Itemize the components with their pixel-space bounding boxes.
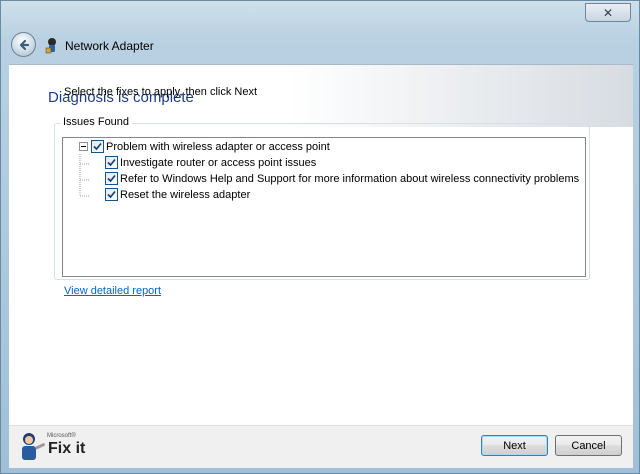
checkmark-icon bbox=[107, 158, 116, 167]
window-frame: ✕ Network Adapter Diagnosis is complete … bbox=[0, 0, 640, 474]
close-icon: ✕ bbox=[602, 5, 614, 20]
tree-item-help-and-support[interactable]: Refer to Windows Help and Support for mo… bbox=[105, 171, 579, 186]
close-button[interactable]: ✕ bbox=[585, 3, 631, 22]
instruction-text: Select the fixes to apply, then click Ne… bbox=[64, 86, 257, 98]
tree-item-label: Problem with wireless adapter or access … bbox=[106, 140, 330, 153]
tree-item-label: Reset the wireless adapter bbox=[120, 188, 251, 201]
checkmark-icon bbox=[93, 142, 102, 151]
cancel-button[interactable]: Cancel bbox=[555, 435, 622, 456]
issues-tree[interactable]: Problem with wireless adapter or access … bbox=[62, 137, 586, 277]
checkbox-investigate-router[interactable] bbox=[105, 156, 118, 169]
fixit-brand-small: Microsoft® bbox=[47, 433, 76, 439]
title-bar: ✕ Network Adapter bbox=[1, 1, 639, 63]
tree-item-reset-adapter[interactable]: Reset the wireless adapter bbox=[105, 187, 250, 202]
network-adapter-icon bbox=[45, 38, 56, 54]
tree-item-label: Investigate router or access point issue… bbox=[120, 156, 317, 169]
tree-item-root[interactable]: Problem with wireless adapter or access … bbox=[79, 139, 330, 154]
next-button[interactable]: Next bbox=[481, 435, 548, 456]
fixit-mascot-icon bbox=[22, 433, 46, 460]
checkbox-reset-adapter[interactable] bbox=[105, 188, 118, 201]
fixit-brand: Fix it bbox=[48, 440, 86, 457]
view-detailed-report-link[interactable]: View detailed report bbox=[64, 285, 161, 297]
tree-item-investigate-router[interactable]: Investigate router or access point issue… bbox=[105, 155, 316, 170]
checkmark-icon bbox=[107, 190, 116, 199]
back-arrow-icon bbox=[19, 39, 29, 50]
collapse-toggle[interactable] bbox=[79, 142, 88, 151]
tree-item-label: Refer to Windows Help and Support for mo… bbox=[120, 172, 580, 185]
checkbox-help-and-support[interactable] bbox=[105, 172, 118, 185]
back-button[interactable] bbox=[11, 32, 36, 57]
checkmark-icon bbox=[107, 174, 116, 183]
checkbox-root[interactable] bbox=[91, 140, 104, 153]
window-title: Network Adapter bbox=[65, 39, 154, 53]
issues-group-label: Issues Found bbox=[60, 116, 133, 128]
minus-icon bbox=[81, 146, 86, 147]
